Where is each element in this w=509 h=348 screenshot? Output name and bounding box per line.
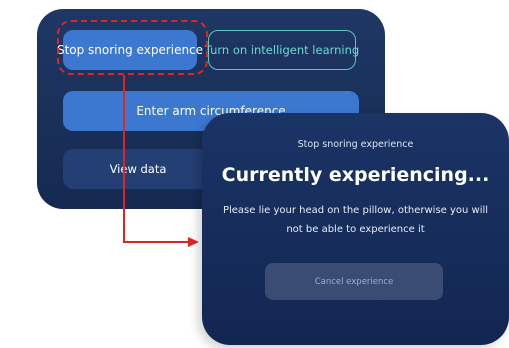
experience-dialog: Stop snoring experience Currently experi… [202,113,509,345]
cancel-experience-button[interactable]: Cancel experience [265,263,443,300]
dialog-message: Please lie your head on the pillow, othe… [222,205,489,235]
dialog-heading: Currently experiencing... [221,164,490,186]
arrow-head-icon [188,237,199,247]
dialog-title: Stop snoring experience [297,139,414,150]
